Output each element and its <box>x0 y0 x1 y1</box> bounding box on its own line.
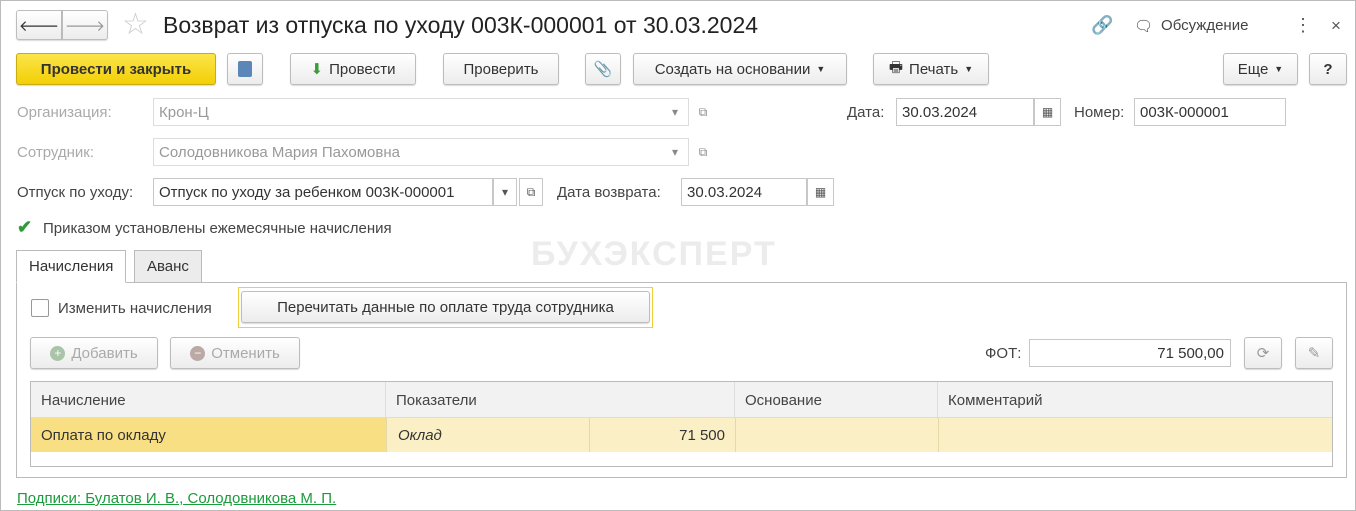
plus-circle-icon: + <box>50 345 66 361</box>
column-header-indicators[interactable]: Показатели <box>386 382 735 418</box>
print-button[interactable]: 🖶 Печать ▼ <box>873 53 989 85</box>
discussion-button[interactable]: 🗨 Обсуждение <box>1134 17 1248 35</box>
return-date-field[interactable]: 30.03.2024 <box>681 178 807 206</box>
post-button[interactable]: ⬇ Провести <box>290 53 416 85</box>
change-accruals-checkbox[interactable] <box>31 299 49 317</box>
employee-field[interactable]: Солодовникова Мария Пахомовна <box>153 138 689 166</box>
add-button[interactable]: + Добавить <box>30 337 158 369</box>
monthly-label: Приказом установлены ежемесячные начисле… <box>43 220 392 237</box>
signatures-link[interactable]: Подписи: Булатов И. В., Солодовникова М.… <box>17 490 336 507</box>
attach-button[interactable]: 📎 <box>585 53 621 85</box>
cell-indicator[interactable]: Оклад <box>386 418 589 452</box>
link-icon[interactable]: 🔗 <box>1091 15 1113 36</box>
printer-icon: 🖶 <box>888 58 904 76</box>
edit-button[interactable]: ✎ <box>1295 337 1333 369</box>
pencil-icon: ✎ <box>1307 345 1321 362</box>
reread-button[interactable]: Перечитать данные по оплате труда сотруд… <box>241 291 650 323</box>
org-field[interactable]: Крон-Ц <box>153 98 689 126</box>
save-button[interactable] <box>227 53 263 85</box>
open-icon[interactable]: ⧉ <box>691 98 715 126</box>
employee-label: Сотрудник: <box>17 144 95 161</box>
monthly-checkbox[interactable]: ✔ <box>17 218 35 236</box>
post-icon: ⬇ <box>310 61 324 78</box>
floppy-icon <box>238 61 252 77</box>
fot-label: ФОТ: <box>985 345 1022 362</box>
refresh-button[interactable]: ⟳ <box>1244 337 1282 369</box>
dropdown-icon[interactable]: ▾ <box>663 98 687 126</box>
forward-button[interactable]: 🡒 <box>62 10 108 40</box>
column-header-basis[interactable]: Основание <box>735 382 938 418</box>
cell-comment[interactable] <box>938 418 1332 452</box>
leave-field[interactable]: Отпуск по уходу за ребенком 003К-000001 <box>153 178 493 206</box>
date-field[interactable]: 30.03.2024 <box>896 98 1034 126</box>
more-button[interactable]: Еще ▼ <box>1223 53 1298 85</box>
org-label: Организация: <box>17 104 112 121</box>
cell-indicator-value[interactable]: 71 500 <box>589 418 735 452</box>
minus-circle-icon: − <box>190 345 206 361</box>
create-based-button[interactable]: Создать на основании ▼ <box>633 53 847 85</box>
dropdown-arrow-icon: ▼ <box>816 64 826 74</box>
cell-accrual[interactable]: Оплата по окладу <box>31 418 386 452</box>
fot-field[interactable]: 71 500,00 <box>1029 339 1231 367</box>
back-button[interactable]: 🡐 <box>16 10 62 40</box>
calendar-icon[interactable]: ▦ <box>807 178 834 206</box>
number-field[interactable]: 003К-000001 <box>1134 98 1286 126</box>
open-icon[interactable]: ⧉ <box>691 138 715 166</box>
cell-basis[interactable] <box>735 418 938 452</box>
number-label: Номер: <box>1074 104 1125 121</box>
chat-icon: 🗨 <box>1134 18 1154 35</box>
watermark-logo: БУХЭКСПЕРТ <box>531 235 777 273</box>
calendar-icon[interactable]: ▦ <box>1034 98 1061 126</box>
page-title: Возврат из отпуска по уходу 003К-000001 … <box>163 12 759 38</box>
return-date-label: Дата возврата: <box>557 184 661 201</box>
date-label: Дата: <box>847 104 885 121</box>
leave-label: Отпуск по уходу: <box>17 184 134 201</box>
dropdown-arrow-icon: ▼ <box>964 64 974 74</box>
dropdown-arrow-icon: ▼ <box>1274 64 1284 74</box>
check-button[interactable]: Проверить <box>443 53 559 85</box>
paperclip-icon: 📎 <box>593 61 613 78</box>
column-header-comment[interactable]: Комментарий <box>938 382 1332 418</box>
post-and-close-button[interactable]: Провести и закрыть <box>16 53 216 85</box>
close-icon[interactable]: × <box>1331 16 1341 36</box>
change-accruals-label: Изменить начисления <box>58 300 212 317</box>
help-button[interactable]: ? <box>1309 53 1347 85</box>
tab-advance[interactable]: Аванс <box>134 250 202 283</box>
column-header-accrual[interactable]: Начисление <box>31 382 386 418</box>
dropdown-icon[interactable]: ▾ <box>663 138 687 166</box>
open-icon[interactable]: ⧉ <box>519 178 543 206</box>
cancel-button[interactable]: − Отменить <box>170 337 300 369</box>
tab-accruals[interactable]: Начисления <box>16 250 127 283</box>
favorite-star-icon[interactable]: ☆ <box>122 7 149 42</box>
more-menu-icon[interactable]: ⋮ <box>1294 15 1312 36</box>
refresh-icon: ⟳ <box>1256 345 1270 362</box>
dropdown-icon[interactable]: ▾ <box>493 178 517 206</box>
